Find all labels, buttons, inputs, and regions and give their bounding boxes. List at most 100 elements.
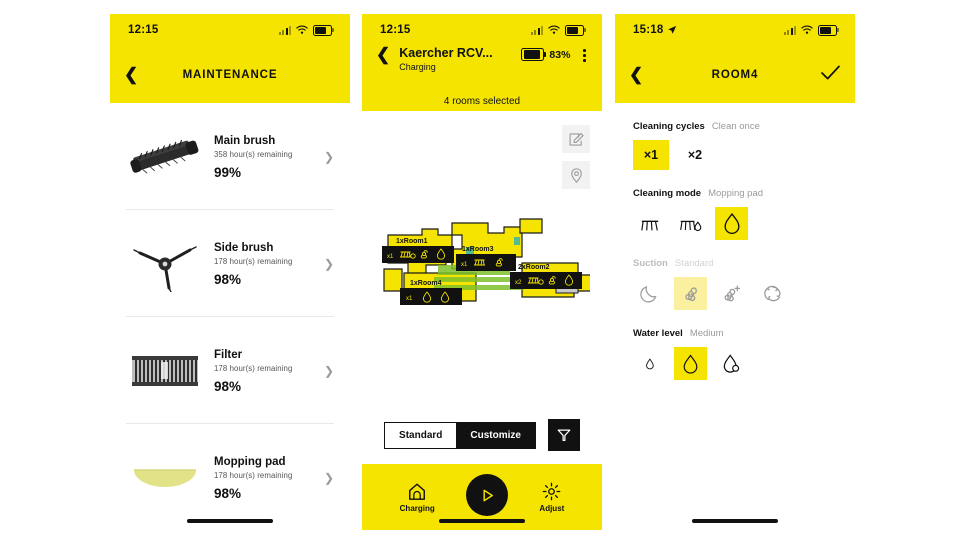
- status-time: 12:15: [128, 24, 159, 36]
- home-indicator: [439, 519, 525, 523]
- item-remaining: 178 hour(s) remaining: [214, 364, 293, 374]
- fan-plus-icon: [724, 285, 740, 301]
- location-pin-icon[interactable]: [562, 161, 590, 189]
- map-room-chip-2[interactable]: x2: [510, 272, 582, 289]
- option-mode-vacuum-mop[interactable]: [674, 207, 707, 240]
- back-chevron-icon[interactable]: ❮: [376, 46, 390, 63]
- section-title: Cleaning cycles: [633, 121, 705, 132]
- chevron-right-icon[interactable]: ❯: [320, 150, 334, 164]
- device-row: ❮ Kaercher RCV... Charging 83%: [376, 46, 588, 72]
- option-water-low[interactable]: [633, 347, 666, 380]
- map-room-label-3: 1xRoom3: [462, 246, 494, 253]
- home-dock-icon: [409, 483, 426, 500]
- play-icon: [483, 489, 493, 501]
- option-cycles-x2[interactable]: ×2: [677, 140, 713, 170]
- wifi-icon: [801, 25, 813, 34]
- map-chip-cycles-2: x2: [515, 280, 522, 286]
- map-room-label-2: 2xRoom2: [518, 264, 550, 271]
- tab-adjust[interactable]: Adjust: [539, 482, 564, 513]
- section-value: Medium: [689, 328, 724, 339]
- section-header-cleaning-cycles: Cleaning cycles Clean once: [633, 121, 837, 132]
- back-chevron-icon[interactable]: ❮: [629, 66, 643, 83]
- option-mode-mop[interactable]: [715, 207, 748, 240]
- maintenance-item-info: Mopping pad 178 hour(s) remaining 98%: [214, 455, 310, 501]
- item-remaining: 178 hour(s) remaining: [214, 471, 293, 481]
- tab-standard[interactable]: Standard: [385, 422, 457, 448]
- edit-map-icon[interactable]: [562, 125, 590, 153]
- item-name: Mopping pad: [214, 455, 286, 468]
- option-row-water-level: [633, 347, 837, 380]
- battery-icon: [818, 24, 839, 36]
- section-title: Cleaning mode: [633, 188, 702, 199]
- maintenance-item-info: Main brush 358 hour(s) remaining 99%: [214, 134, 310, 180]
- map-room-label-4: 1xRoom4: [410, 280, 442, 287]
- map-area[interactable]: 1xRoom1 x1 1xRoom3 x1 2xRoom2 x2 1xRoom4…: [362, 111, 602, 411]
- map-room-chip-3[interactable]: x1: [456, 254, 516, 271]
- section-value: Clean once: [711, 121, 760, 132]
- map-room-label-1: 1xRoom1: [396, 238, 428, 245]
- cellular-bars-icon: [783, 25, 796, 35]
- filter-icon: [126, 342, 204, 400]
- checkmark-icon[interactable]: [820, 64, 841, 86]
- room-settings-screen: 15:18 ❮ ROOM4 Cleaning cycles Clean once…: [615, 14, 855, 530]
- item-name: Side brush: [214, 241, 274, 254]
- maintenance-header: 12:15 ❮ MAINTENANCE: [110, 14, 350, 103]
- map-room-chip-1[interactable]: x1: [382, 246, 454, 263]
- status-time: 15:18: [633, 24, 664, 36]
- maintenance-item-filter[interactable]: Filter 178 hour(s) remaining 98% ❯: [126, 317, 334, 424]
- funnel-icon[interactable]: [547, 419, 580, 451]
- option-label: ×1: [643, 148, 659, 162]
- floor-plan-map[interactable]: 1xRoom1 x1 1xRoom3 x1 2xRoom2 x2 1xRoom4…: [370, 217, 590, 322]
- option-suction-turbo[interactable]: [756, 277, 789, 310]
- chevron-right-icon[interactable]: ❯: [320, 364, 334, 378]
- map-chip-cycles-1: x1: [387, 254, 394, 260]
- item-name: Filter: [214, 348, 243, 361]
- page-title: ROOM4: [711, 68, 759, 81]
- option-suction-quiet[interactable]: [633, 277, 666, 310]
- wifi-icon: [296, 25, 308, 34]
- battery-icon: [565, 24, 586, 36]
- back-chevron-icon[interactable]: ❮: [124, 66, 138, 83]
- map-chip-cycles-4: x1: [406, 296, 413, 302]
- device-header: 12:15 ❮ Kaercher RCV... Charging 83% 4 r…: [362, 14, 602, 111]
- device-battery: 83%: [521, 46, 570, 61]
- screenshot-stage: 12:15 ❮ MAINTENANCE Main brush 358 hour(…: [0, 0, 960, 540]
- option-suction-intensive[interactable]: [715, 277, 748, 310]
- option-water-medium[interactable]: [674, 347, 707, 380]
- maintenance-item-mopping-pad[interactable]: Mopping pad 178 hour(s) remaining 98% ❯: [126, 424, 334, 530]
- tab-charging[interactable]: Charging: [400, 482, 435, 513]
- status-bar: 12:15: [362, 14, 602, 46]
- tab-adjust-label: Adjust: [539, 503, 565, 513]
- section-header-cleaning-mode: Cleaning mode Mopping pad: [633, 188, 837, 199]
- option-cycles-x1[interactable]: ×1: [633, 140, 669, 170]
- clean-mode-segmented-control: Standard Customize: [384, 421, 536, 449]
- item-remaining: 178 hour(s) remaining: [214, 257, 293, 267]
- room-settings-sections: Cleaning cycles Clean once ×1 ×2 Cleanin…: [615, 121, 855, 380]
- page-title: MAINTENANCE: [182, 68, 278, 81]
- tab-customize[interactable]: Customize: [456, 422, 535, 448]
- cellular-bars-icon: [530, 25, 543, 35]
- chevron-right-icon[interactable]: ❯: [320, 471, 334, 485]
- map-tools: [562, 125, 590, 189]
- start-button[interactable]: [466, 474, 509, 516]
- room-navbar: ❮ ROOM4: [615, 46, 855, 103]
- section-value: Standard: [674, 258, 714, 269]
- device-map-screen: 12:15 ❮ Kaercher RCV... Charging 83% 4 r…: [362, 14, 602, 530]
- maintenance-item-main-brush[interactable]: Main brush 358 hour(s) remaining 99% ❯: [126, 103, 334, 210]
- chevron-right-icon[interactable]: ❯: [320, 257, 334, 271]
- item-percent: 98%: [214, 272, 242, 288]
- maintenance-item-info: Side brush 178 hour(s) remaining 98%: [214, 241, 310, 287]
- device-bar: ❮ Kaercher RCV... Charging 83%: [362, 46, 602, 82]
- map-room-chip-4[interactable]: x1: [400, 288, 462, 305]
- option-suction-standard[interactable]: [674, 277, 707, 310]
- mopping-pad-icon: [126, 449, 204, 507]
- tab-charging-label: Charging: [399, 503, 435, 513]
- option-water-high[interactable]: [715, 347, 748, 380]
- drop-large-icon: [723, 353, 740, 373]
- battery-icon: [313, 24, 334, 36]
- option-mode-vacuum[interactable]: [633, 207, 666, 240]
- gear-icon: [543, 482, 561, 500]
- kebab-menu-icon[interactable]: [579, 46, 588, 62]
- status-bar: 15:18: [615, 14, 855, 46]
- maintenance-item-side-brush[interactable]: Side brush 178 hour(s) remaining 98% ❯: [126, 210, 334, 317]
